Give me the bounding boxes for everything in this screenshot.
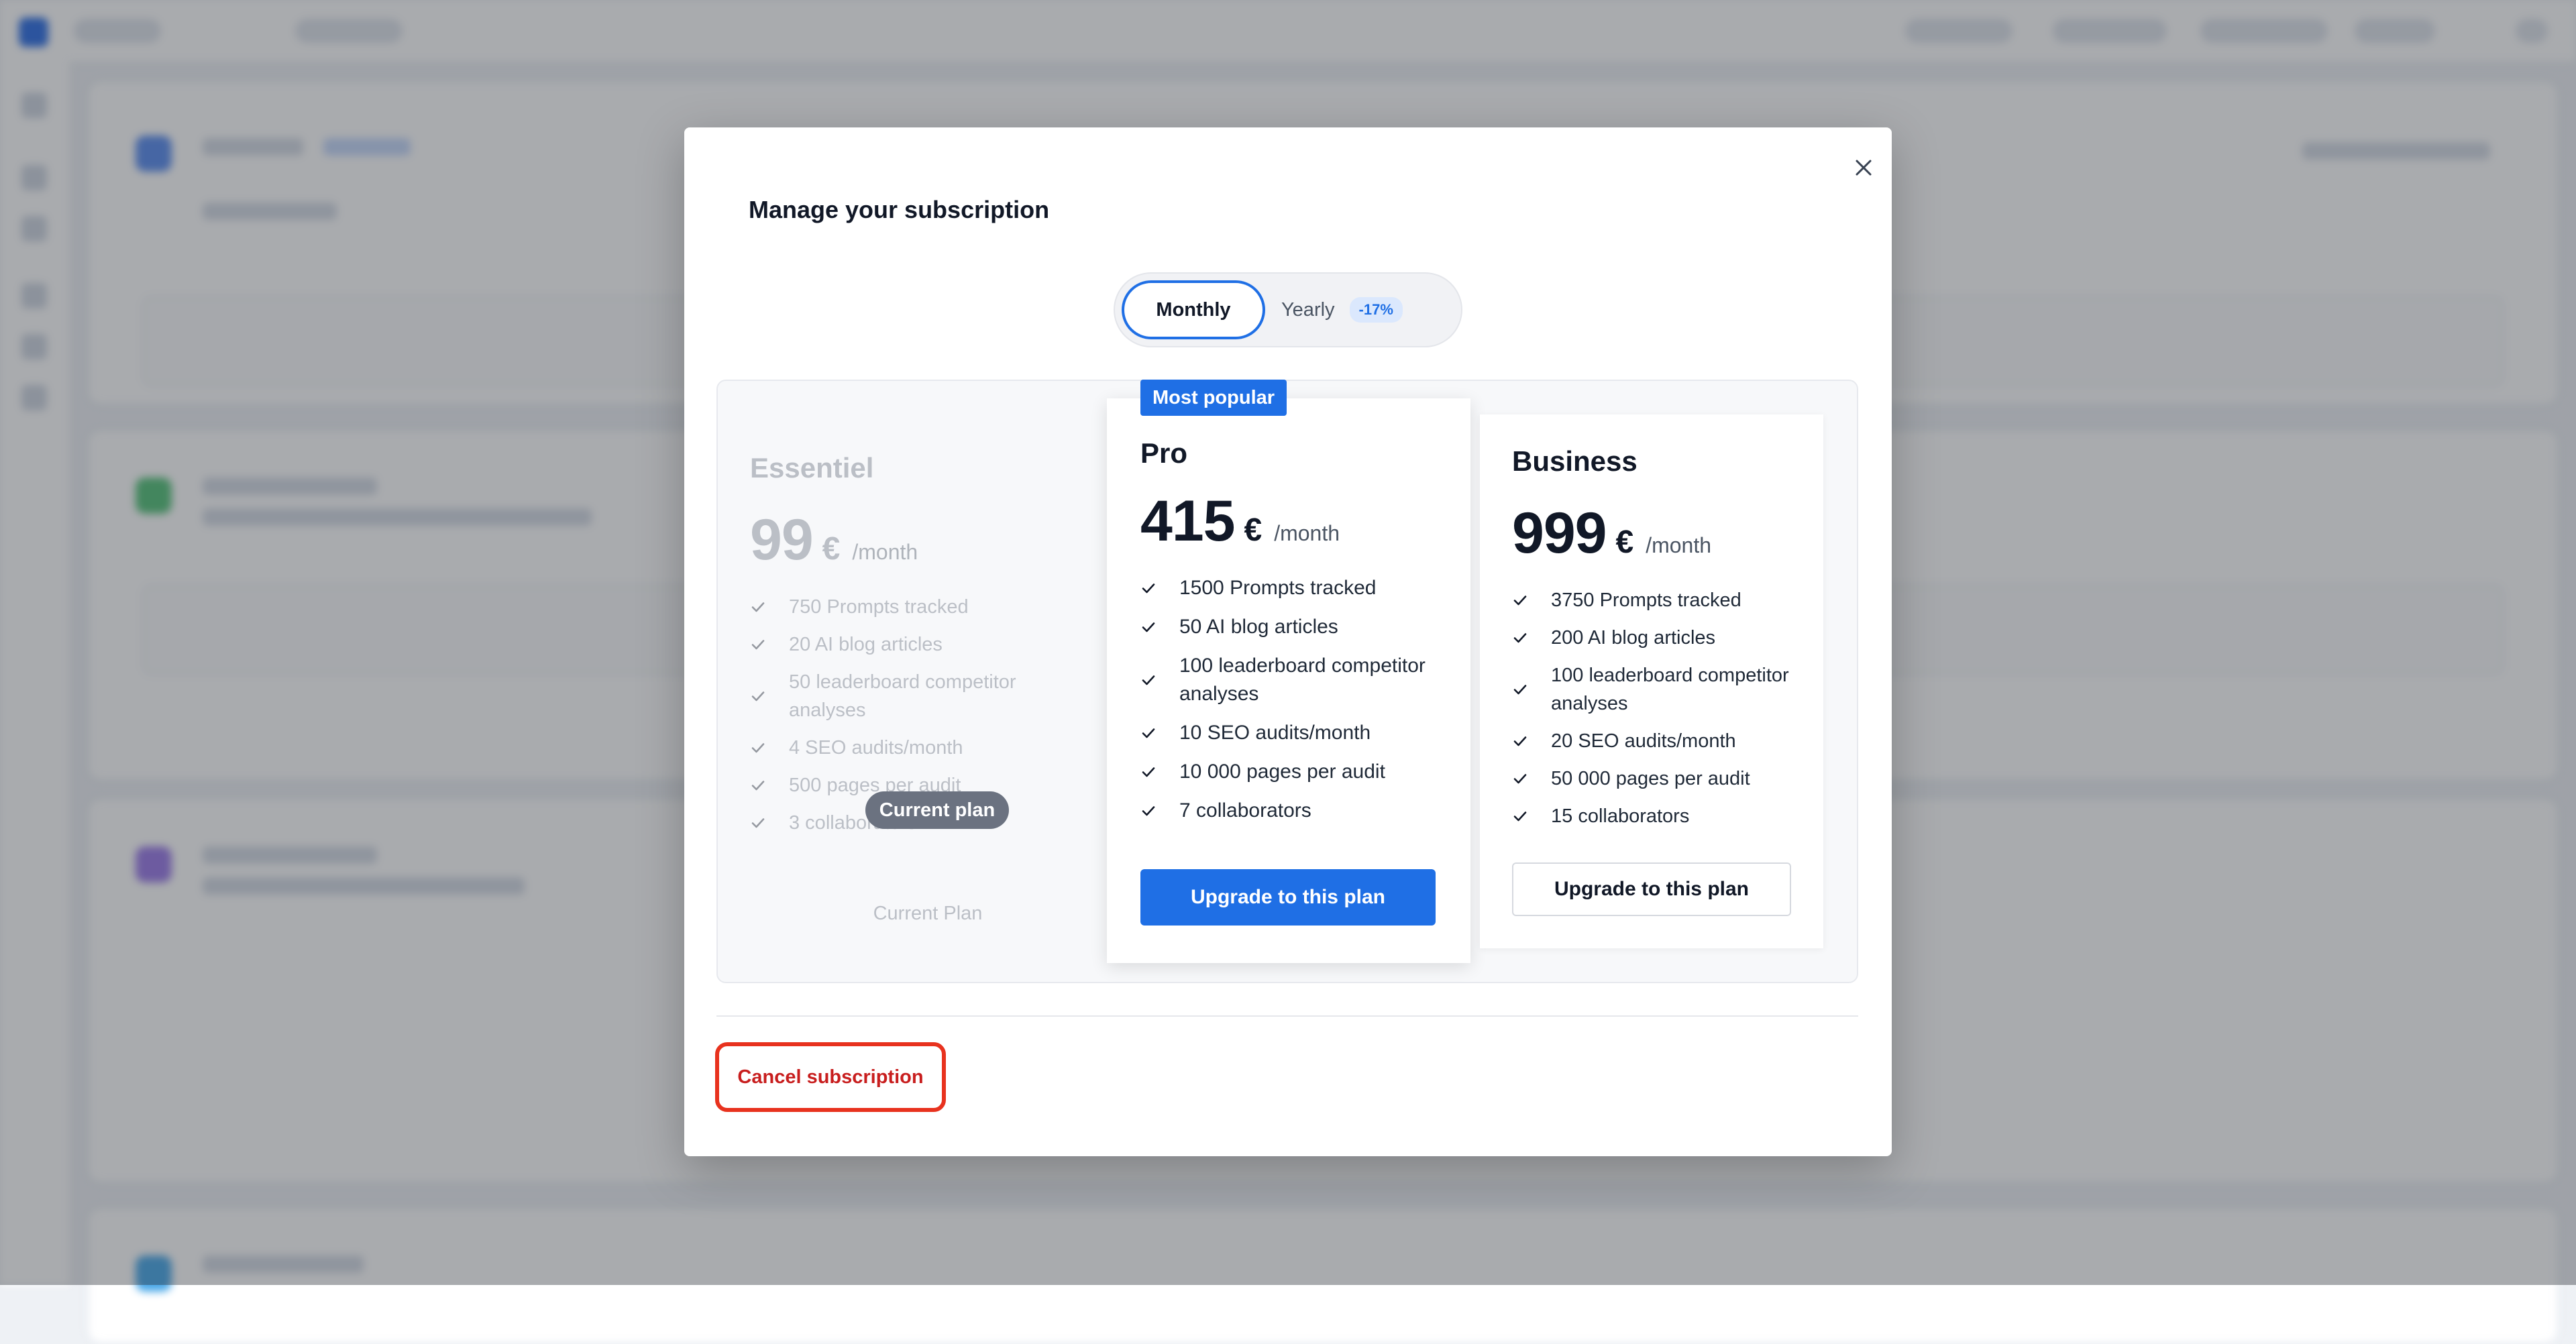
feature-item: 100 leaderboard competitor analyses: [1140, 652, 1449, 708]
most-popular-badge: Most popular: [1140, 380, 1287, 416]
check-icon: [751, 743, 765, 753]
feature-item: 10 000 pages per audit: [1140, 758, 1449, 786]
feature-list: 1500 Prompts tracked 50 AI blog articles…: [1140, 574, 1449, 836]
feature-item: 7 collaborators: [1140, 797, 1449, 825]
plan-price: 99 € /month: [750, 507, 918, 573]
plan-card-business: Business 999 € /month 3750 Prompts track…: [1480, 414, 1823, 948]
price-period: /month: [852, 540, 918, 564]
upgrade-business-button[interactable]: Upgrade to this plan: [1512, 862, 1791, 916]
modal-title: Manage your subscription: [749, 196, 1050, 223]
check-icon: [751, 602, 765, 612]
check-icon: [751, 691, 765, 702]
plan-name: Business: [1512, 445, 1638, 477]
plans-container: Essentiel 99 € /month 750 Prompts tracke…: [716, 380, 1858, 983]
check-icon: [1513, 774, 1527, 784]
check-icon: [1142, 675, 1155, 685]
check-icon: [1513, 633, 1527, 643]
feature-item: 750 Prompts tracked: [750, 593, 1065, 621]
plan-price: 999 € /month: [1512, 500, 1711, 567]
price-amount: 99: [750, 508, 814, 572]
feature-item: 20 AI blog articles: [750, 630, 1065, 659]
check-icon: [1142, 806, 1155, 816]
plan-name: Pro: [1140, 437, 1188, 469]
check-icon: [1513, 811, 1527, 822]
plan-name: Essentiel: [750, 452, 874, 484]
yearly-label: Yearly: [1281, 298, 1335, 321]
feature-item: 1500 Prompts tracked: [1140, 574, 1449, 602]
check-icon: [1513, 736, 1527, 746]
feature-item: 4 SEO audits/month: [750, 734, 1065, 762]
close-button[interactable]: [1849, 154, 1878, 184]
price-amount: 999: [1512, 501, 1607, 565]
price-period: /month: [1646, 533, 1712, 557]
feature-item: 100 leaderboard competitor analyses: [1512, 661, 1807, 718]
plan-card-pro: Most popular Pro 415 € /month 1500 Promp…: [1107, 380, 1470, 963]
feature-item: 50 000 pages per audit: [1512, 765, 1807, 793]
current-plan-button: Current Plan: [873, 903, 983, 924]
feature-item: 50 leaderboard competitor analyses: [750, 668, 1065, 724]
plan-card-essentiel: Essentiel 99 € /month 750 Prompts tracke…: [750, 421, 1106, 958]
check-icon: [1142, 583, 1155, 594]
feature-list: 3750 Prompts tracked 200 AI blog article…: [1512, 586, 1807, 840]
price-currency: €: [822, 531, 841, 567]
check-icon: [1513, 596, 1527, 606]
check-icon: [1142, 767, 1155, 777]
feature-item: 15 collaborators: [1512, 802, 1807, 830]
feature-item: 10 SEO audits/month: [1140, 719, 1449, 747]
subscription-modal: Manage your subscription Monthly Yearly …: [684, 127, 1892, 1156]
price-currency: €: [1244, 512, 1263, 548]
feature-item: 200 AI blog articles: [1512, 624, 1807, 652]
billing-period-toggle: Monthly Yearly -17%: [1114, 272, 1462, 347]
check-icon: [1142, 728, 1155, 738]
check-icon: [751, 818, 765, 828]
price-currency: €: [1615, 524, 1634, 560]
feature-item: 20 SEO audits/month: [1512, 727, 1807, 755]
check-icon: [751, 781, 765, 791]
upgrade-pro-button[interactable]: Upgrade to this plan: [1140, 869, 1436, 926]
monthly-option[interactable]: Monthly: [1122, 280, 1265, 339]
check-icon: [1142, 622, 1155, 632]
yearly-discount-badge: -17%: [1349, 297, 1403, 323]
price-period: /month: [1274, 521, 1340, 545]
feature-item: 50 AI blog articles: [1140, 613, 1449, 641]
yearly-option[interactable]: Yearly -17%: [1281, 280, 1442, 339]
check-icon: [751, 640, 765, 650]
cancel-subscription-button[interactable]: Cancel subscription: [715, 1042, 946, 1112]
footer-divider: [716, 1015, 1858, 1017]
current-plan-badge: Current plan: [865, 791, 1009, 829]
feature-item: 3750 Prompts tracked: [1512, 586, 1807, 614]
price-amount: 415: [1140, 489, 1235, 553]
check-icon: [1513, 685, 1527, 695]
plan-price: 415 € /month: [1140, 488, 1340, 555]
close-icon: [1855, 159, 1872, 180]
cancel-subscription-label: Cancel subscription: [737, 1066, 924, 1088]
